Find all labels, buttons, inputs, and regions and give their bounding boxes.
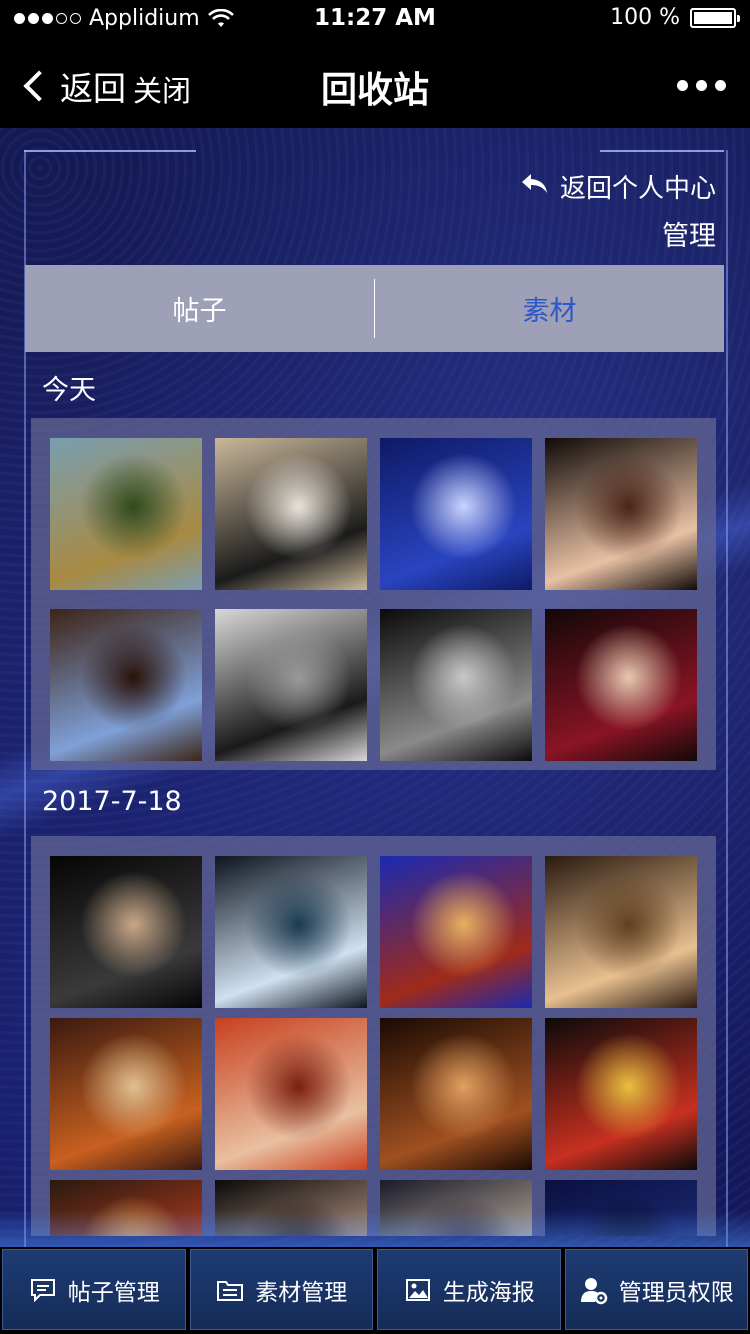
toolbar-glow [0, 1210, 750, 1250]
photo-choir[interactable] [545, 1018, 697, 1170]
bottom-toolbar: 帖子管理 素材管理 生成海报 管理员权限 [0, 1247, 750, 1334]
back-to-personal-center-label: 返回个人中心 [559, 174, 716, 204]
photo-violinist[interactable] [545, 856, 697, 1008]
admin-permission-button[interactable]: 管理员权限 [564, 1249, 748, 1330]
photo-violinist-red[interactable] [215, 1018, 367, 1170]
back-to-personal-center-link[interactable]: 返回个人中心 [520, 168, 716, 205]
photo-swan-lake[interactable] [215, 856, 367, 1008]
material-management-label: 素材管理 [255, 1279, 348, 1306]
battery-icon [690, 7, 740, 28]
photo-cellist[interactable] [50, 609, 202, 761]
photo-violin-closeup[interactable] [380, 1018, 532, 1170]
material-management-button[interactable]: 素材管理 [189, 1249, 373, 1330]
tab-posts[interactable]: 帖子 [25, 265, 374, 352]
status-right: 100 % [610, 5, 740, 30]
tab-materials[interactable]: 素材 [375, 265, 724, 352]
photo-orchestra-group[interactable] [215, 609, 367, 761]
photo-stage-ensemble[interactable] [50, 1018, 202, 1170]
navigation-bar: 返回 关闭 回收站 [0, 40, 750, 128]
admin-user-icon [579, 1275, 609, 1305]
image-grid-date [31, 836, 716, 1236]
status-bar: Applidium 11:27 AM 100 % [0, 0, 750, 40]
more-options-icon[interactable] [677, 80, 726, 91]
image-icon [403, 1275, 433, 1305]
battery-percent: 100 % [610, 5, 680, 30]
photo-stage-dance[interactable] [380, 438, 532, 590]
post-management-button[interactable]: 帖子管理 [2, 1249, 186, 1330]
image-grid-today [31, 418, 716, 770]
photo-boys-piano[interactable] [215, 438, 367, 590]
photo-opera-scene[interactable] [380, 609, 532, 761]
comment-icon [28, 1275, 58, 1305]
photo-dancer-field[interactable] [50, 438, 202, 590]
section-title-today: 今天 [42, 375, 96, 406]
post-management-label: 帖子管理 [67, 1279, 160, 1306]
generate-poster-label: 生成海报 [442, 1279, 535, 1306]
frame-line-right [600, 150, 724, 152]
frame-line-left [24, 150, 196, 152]
folder-icon [215, 1275, 245, 1305]
generate-poster-button[interactable]: 生成海报 [377, 1249, 561, 1330]
photo-two-singers[interactable] [545, 609, 697, 761]
tab-bar: 帖子 素材 [25, 265, 724, 352]
manage-button[interactable]: 管理 [662, 214, 716, 253]
page-title: 回收站 [320, 70, 429, 111]
photo-dancer-closeup[interactable] [545, 438, 697, 590]
admin-permission-label: 管理员权限 [618, 1279, 734, 1306]
reply-arrow-icon [520, 169, 550, 204]
photo-concert-hall[interactable] [380, 856, 532, 1008]
section-title-date: 2017-7-18 [42, 786, 182, 817]
photo-conductor[interactable] [50, 856, 202, 1008]
